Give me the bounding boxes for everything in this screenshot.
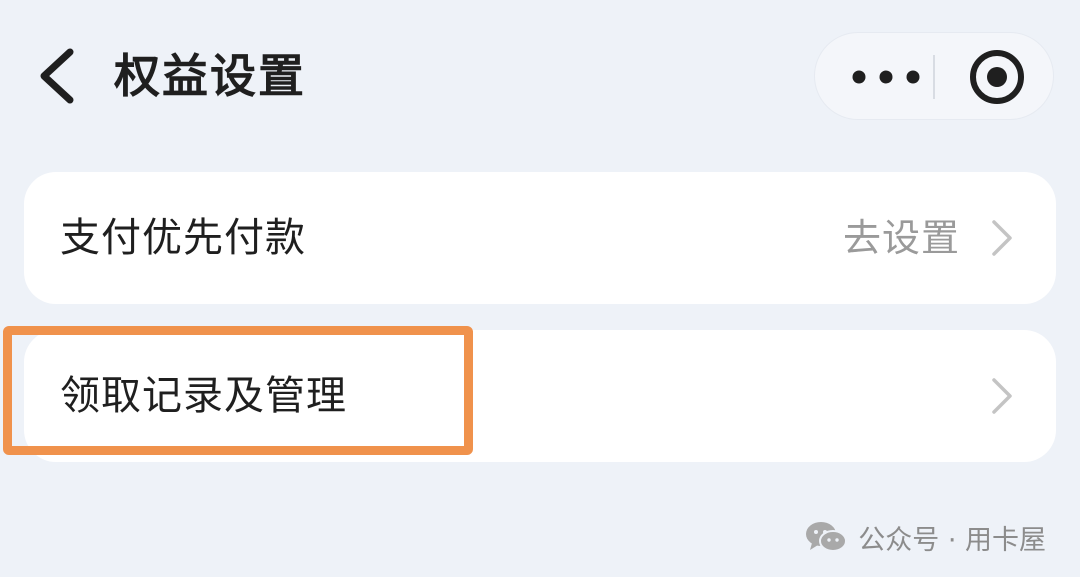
menu-item-label: 领取记录及管理 xyxy=(60,373,347,419)
back-button[interactable] xyxy=(30,40,90,112)
more-button[interactable] xyxy=(841,47,931,107)
chevron-right-icon xyxy=(992,378,1012,414)
more-dots-icon xyxy=(852,70,920,84)
target-circle-icon xyxy=(970,50,1024,104)
wechat-icon xyxy=(806,522,848,552)
menu-item-claim-records[interactable]: 领取记录及管理 xyxy=(24,330,1056,462)
watermark: 公众号 · 用卡屋 xyxy=(804,514,1046,560)
back-chevron-icon xyxy=(40,48,74,104)
watermark-text: 公众号 · 用卡屋 xyxy=(858,524,1046,556)
menu-item-action: 去设置 xyxy=(842,216,960,260)
page: 权益设置 支付优先付款 去设置 领取记录及管理 公众号 · 用卡屋 xyxy=(0,0,1080,577)
capsule-divider xyxy=(933,55,935,99)
chevron-right-icon xyxy=(992,220,1012,256)
close-button[interactable] xyxy=(955,45,1039,109)
menu-item-label: 支付优先付款 xyxy=(60,215,306,261)
menu-item-priority-payment[interactable]: 支付优先付款 去设置 xyxy=(24,172,1056,304)
nav-bar: 权益设置 xyxy=(0,0,1080,150)
page-title: 权益设置 xyxy=(114,49,306,103)
mini-program-capsule xyxy=(814,32,1054,120)
